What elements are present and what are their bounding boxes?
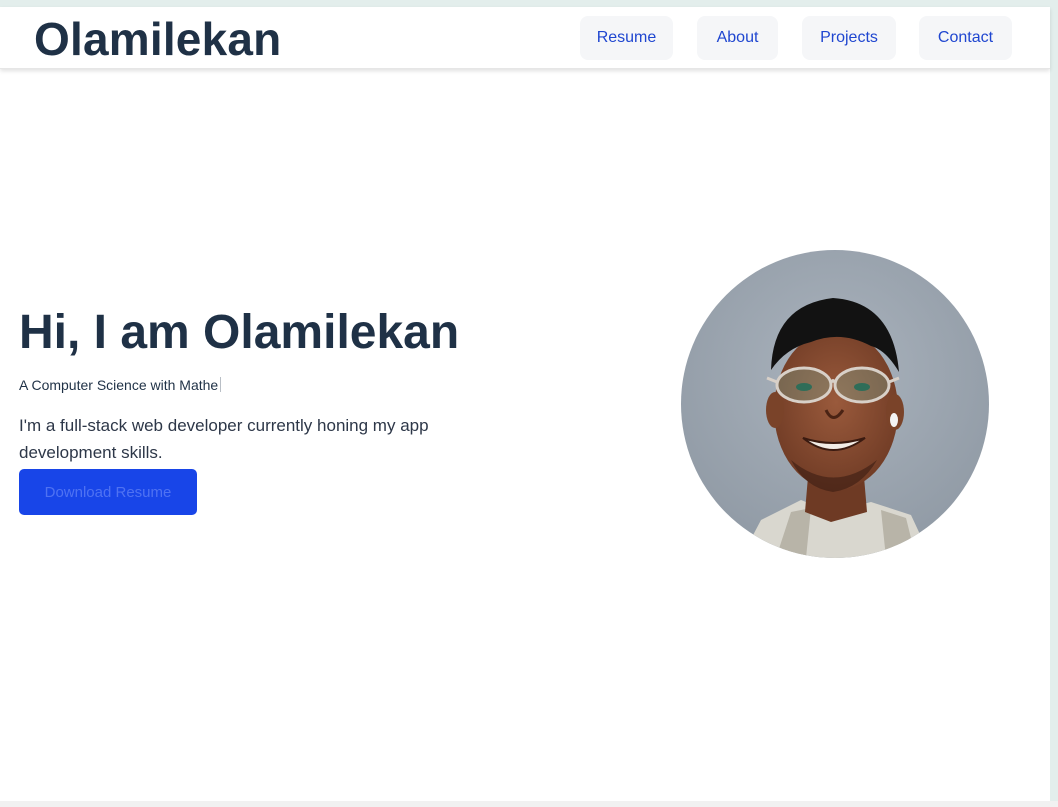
page: Olamilekan Resume About Projects Contact… [0, 7, 1050, 801]
nav-about-button[interactable]: About [697, 16, 778, 60]
main-nav: Resume About Projects Contact [0, 16, 1050, 60]
nav-contact-button[interactable]: Contact [919, 16, 1012, 60]
bottom-border [0, 801, 1058, 807]
typing-caret [220, 377, 222, 392]
site-header: Olamilekan Resume About Projects Contact [0, 7, 1050, 69]
hero-description: I'm a full-stack web developer currently… [19, 416, 429, 462]
nav-resume-button[interactable]: Resume [580, 16, 673, 60]
download-resume-button[interactable]: Download Resume [19, 469, 197, 515]
typing-text: A Computer Science with Mathe [19, 377, 219, 393]
profile-photo-icon [681, 250, 989, 558]
hero-title: Hi, I am Olamilekan [19, 306, 460, 359]
profile-photo [681, 250, 989, 558]
hero-subtitle: A Computer Science with Mathe [19, 375, 222, 395]
nav-projects-button[interactable]: Projects [802, 16, 896, 60]
